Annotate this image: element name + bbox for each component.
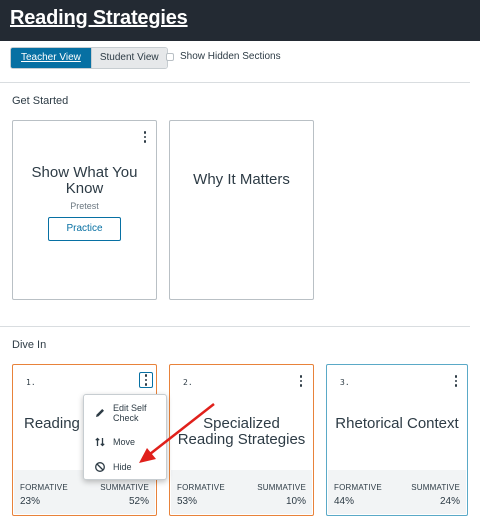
annotation-arrow [139, 403, 215, 463]
